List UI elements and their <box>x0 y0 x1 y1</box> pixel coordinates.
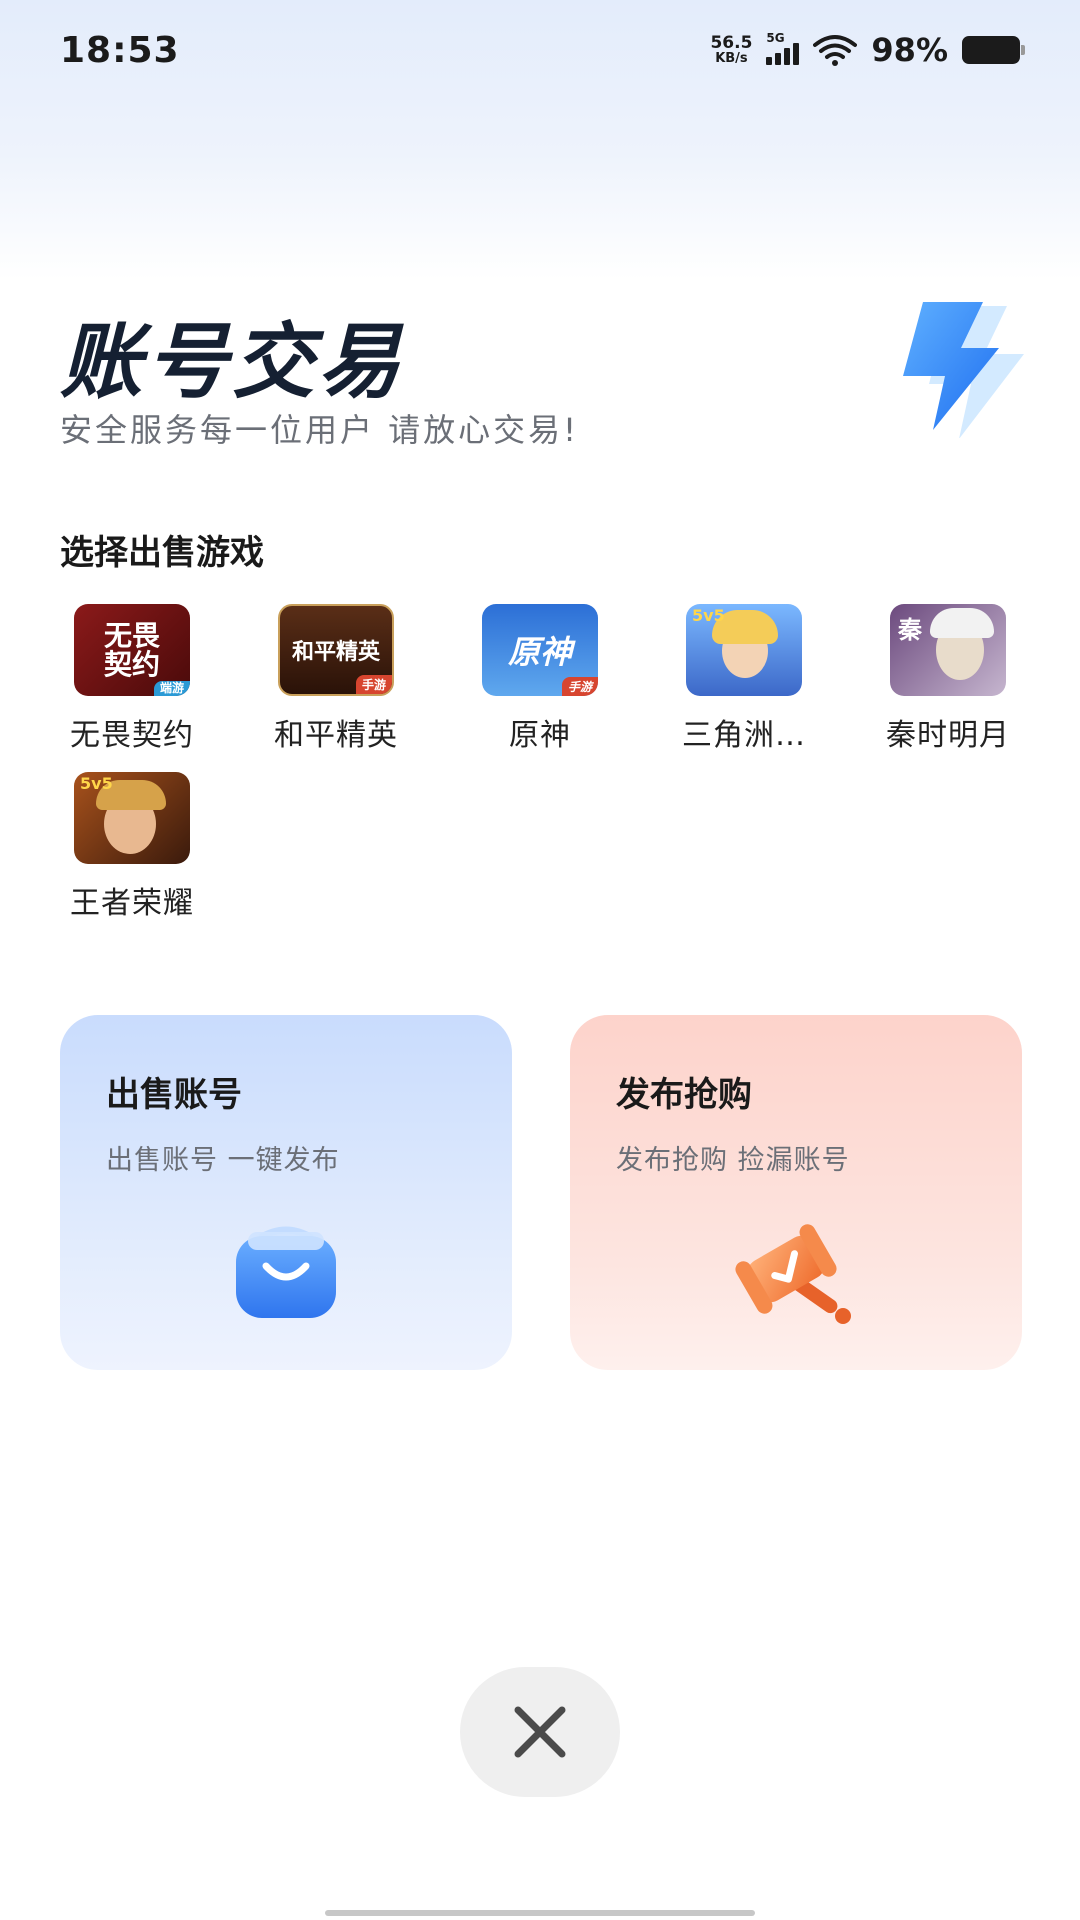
game-item-qinshi[interactable]: 秦 秦时明月 <box>858 604 1038 754</box>
game-item-heping[interactable]: 和平精英 手游 和平精英 <box>246 604 426 754</box>
game-item-sanjiao[interactable]: 5v5 三角洲… <box>654 604 834 754</box>
network-speed-unit: KB/s <box>715 51 748 66</box>
page-subtitle: 安全服务每一位用户 请放心交易! <box>60 411 580 449</box>
status-time: 18:53 <box>60 29 180 71</box>
publish-rush-buy-card[interactable]: 发布抢购 发布抢购 捡漏账号 <box>570 1015 1022 1370</box>
game-item-wuwei[interactable]: 无畏 契约 端游 无畏契约 <box>42 604 222 754</box>
game-name: 秦时明月 <box>886 718 1010 753</box>
game-icon-text: 和平精英 <box>291 640 380 665</box>
status-bar: 18:53 56.5 KB/s 5G 98% <box>0 0 1080 100</box>
game-name: 无畏契约 <box>70 718 194 753</box>
sell-card-desc: 出售账号 一键发布 <box>106 1145 340 1176</box>
sell-card-title: 出售账号 <box>106 1075 242 1115</box>
network-speed: 56.5 KB/s <box>710 33 753 66</box>
platform-tag: 手游 <box>561 677 598 696</box>
buy-card-desc: 发布抢购 捡漏账号 <box>616 1145 850 1176</box>
section-title-select-game: 选择出售游戏 <box>60 533 264 573</box>
game-icon-heping: 和平精英 手游 <box>278 604 394 696</box>
battery-percent: 98% <box>871 31 948 69</box>
game-icon-sanjiao: 5v5 <box>686 604 802 696</box>
gavel-icon <box>731 1224 861 1328</box>
close-icon <box>514 1706 566 1758</box>
game-icon-text: 秦 <box>898 616 922 644</box>
battery-icon <box>962 36 1025 64</box>
home-indicator[interactable] <box>325 1910 755 1916</box>
network-type: 5G <box>766 31 785 45</box>
game-name: 原神 <box>509 718 571 753</box>
game-icon-text: 5v5 <box>692 606 725 625</box>
platform-tag: 手游 <box>355 675 392 694</box>
game-name: 三角洲… <box>682 718 806 753</box>
buy-card-title: 发布抢购 <box>616 1075 752 1115</box>
status-indicators: 56.5 KB/s 5G 98% <box>710 31 1025 69</box>
game-icon-text: 原神 <box>507 633 572 671</box>
game-name: 和平精英 <box>274 718 398 753</box>
game-icon-text: 5v5 <box>80 774 113 793</box>
close-button[interactable] <box>460 1667 620 1797</box>
shopping-bag-icon <box>226 1220 346 1328</box>
sell-account-card[interactable]: 出售账号 出售账号 一键发布 <box>60 1015 512 1370</box>
game-icon-yuanshen: 原神 手游 <box>482 604 598 696</box>
game-icon-qinshi: 秦 <box>890 604 1006 696</box>
page-title: 账号交易 <box>60 315 404 410</box>
network-speed-value: 56.5 <box>710 33 753 53</box>
game-item-yuanshen[interactable]: 原神 手游 原神 <box>450 604 630 754</box>
game-icon-wuwei: 无畏 契约 端游 <box>74 604 190 696</box>
wifi-icon <box>813 33 858 67</box>
game-name: 王者荣耀 <box>70 886 194 921</box>
lightning-bolt-icon <box>875 298 1025 439</box>
platform-tag: 端游 <box>153 681 190 696</box>
game-item-wangzhe[interactable]: 5v5 王者荣耀 <box>42 772 222 922</box>
game-icon-wangzhe: 5v5 <box>74 772 190 864</box>
cellular-signal-icon: 5G <box>766 31 800 65</box>
